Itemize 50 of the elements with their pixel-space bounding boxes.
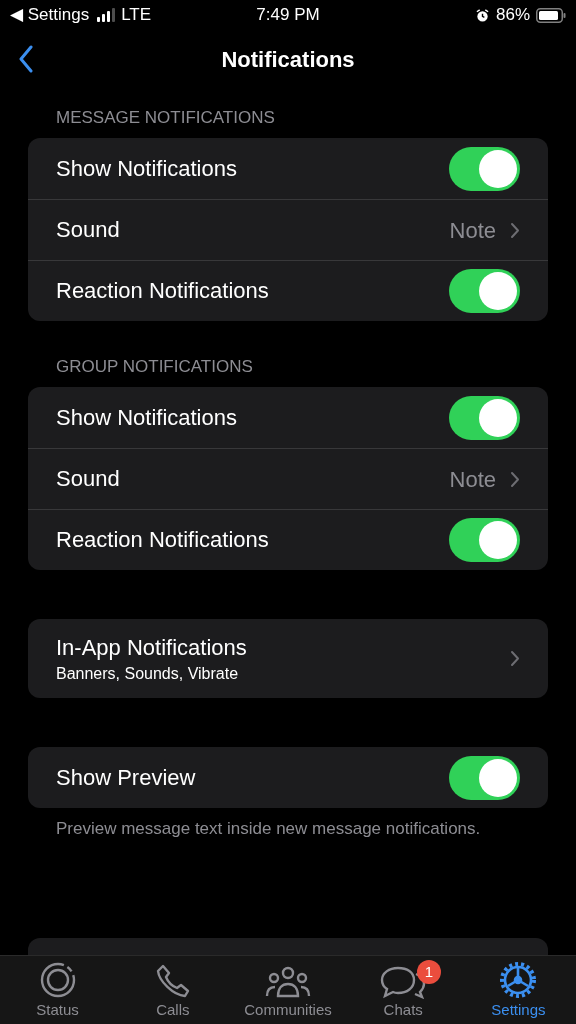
row-label: Show Notifications bbox=[56, 154, 237, 183]
signal-icon bbox=[97, 8, 116, 22]
row-label: In-App Notifications bbox=[56, 633, 247, 662]
chevron-right-icon bbox=[510, 470, 520, 488]
row-value: Note bbox=[449, 216, 496, 245]
settings-row[interactable]: Sound Note bbox=[28, 199, 548, 260]
row-subtitle: Banners, Sounds, Vibrate bbox=[56, 663, 240, 684]
toggle-switch[interactable] bbox=[449, 755, 520, 800]
settings-row[interactable]: Sound Note bbox=[28, 448, 548, 509]
row-value: Note bbox=[449, 465, 496, 494]
settings-row[interactable]: In-App Notifications Banners, Sounds, Vibrate bbox=[28, 619, 548, 698]
row-label: Reaction Notifications bbox=[56, 277, 269, 305]
section-header: MESSAGE NOTIFICATIONS bbox=[55, 108, 276, 128]
alarm-icon bbox=[474, 7, 490, 23]
toggle-switch[interactable] bbox=[449, 146, 520, 191]
chat-bubbles-icon bbox=[380, 964, 427, 999]
battery-icon bbox=[536, 7, 566, 23]
tab-bar-item[interactable]: Status bbox=[0, 956, 116, 1024]
screen-title: Notifications bbox=[221, 45, 355, 74]
settings-row[interactable]: Show Preview bbox=[28, 747, 548, 808]
row-label: Show Notifications bbox=[56, 403, 237, 432]
settings-row[interactable]: Reaction Notifications bbox=[28, 260, 548, 321]
tab-bar-item[interactable]: Settings bbox=[460, 956, 576, 1024]
settings-row[interactable]: Show Notifications bbox=[28, 387, 548, 448]
tab-bar-item[interactable]: Calls bbox=[115, 956, 231, 1024]
people-group-icon bbox=[265, 964, 311, 999]
toggle-switch[interactable] bbox=[449, 269, 520, 313]
notification-badge: 1 bbox=[417, 960, 442, 984]
row-label: Sound bbox=[56, 216, 120, 244]
tab-bar-item[interactable]: Communities bbox=[230, 956, 346, 1024]
settings-row[interactable]: Show Notifications bbox=[28, 138, 548, 199]
toggle-switch[interactable] bbox=[449, 395, 520, 440]
status-ring-icon bbox=[38, 960, 77, 999]
back-chevron-icon[interactable] bbox=[18, 45, 34, 73]
network-label: LTE bbox=[121, 4, 152, 27]
chevron-right-icon bbox=[510, 650, 520, 667]
row-label: Show Preview bbox=[56, 763, 196, 792]
row-label: Reaction Notifications bbox=[56, 526, 269, 554]
battery-percentage: 86% bbox=[495, 4, 530, 27]
gear-icon bbox=[499, 960, 538, 999]
tab-bar-item[interactable]: Chats 1 bbox=[345, 956, 461, 1024]
settings-row[interactable]: Reaction Notifications bbox=[28, 509, 548, 570]
phone-icon bbox=[154, 962, 191, 999]
section-footer: Preview message text inside new message notifications. bbox=[28, 808, 548, 840]
clock-time: 7:49 PM bbox=[256, 4, 320, 27]
row-label: Sound bbox=[56, 465, 120, 493]
toggle-switch[interactable] bbox=[449, 518, 520, 562]
back-to-app-link[interactable]: ◀ Settings bbox=[10, 2, 90, 28]
section-header: GROUP NOTIFICATIONS bbox=[55, 357, 254, 377]
chevron-right-icon bbox=[510, 221, 520, 239]
